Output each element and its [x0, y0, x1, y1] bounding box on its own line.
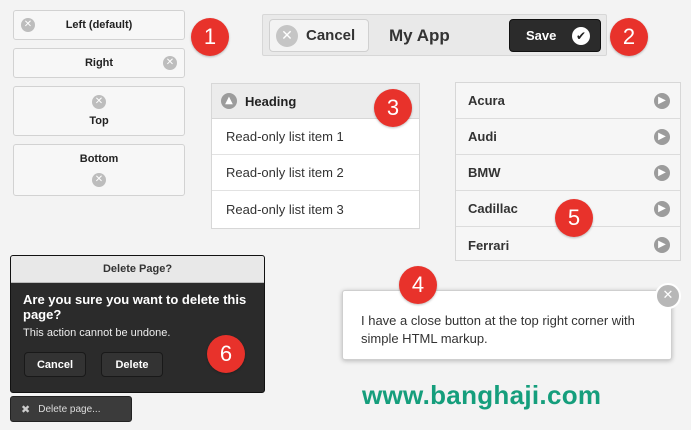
number-badge: 2 — [610, 18, 648, 56]
watermark: www.banghaji.com — [362, 380, 602, 410]
popup-message: I have a close button at the top right c… — [361, 313, 635, 346]
chevron-right-icon: ▶ — [654, 165, 670, 181]
collapsible-heading-label: Heading — [245, 93, 297, 109]
car-name: Ferrari — [468, 237, 510, 253]
car-name: Acura — [468, 93, 505, 108]
chevron-right-icon: ▶ — [654, 129, 670, 145]
list-item: Read-only list item 3 — [226, 201, 344, 217]
car-list-item[interactable]: Acura ▶ — [456, 83, 680, 119]
right-icon-button-label: Right — [84, 57, 114, 69]
chevron-up-icon: ▲ — [221, 93, 237, 109]
car-name: Cadillac — [468, 201, 518, 216]
popup: I have a close button at the top right c… — [342, 283, 681, 360]
top-icon-button[interactable]: ✕ Top — [13, 86, 185, 136]
number-badge: 1 — [191, 18, 229, 56]
car-name: BMW — [468, 165, 501, 180]
number-badge: 3 — [374, 89, 412, 127]
app-header: ✕ Cancel My App Save ✔ — [262, 14, 607, 56]
car-list-item[interactable]: Audi ▶ — [456, 119, 680, 155]
popup-close-icon[interactable]: ✕ — [655, 283, 681, 309]
header-save-button[interactable]: Save ✔ — [509, 19, 601, 52]
dialog-cancel-button[interactable]: Cancel — [24, 352, 86, 377]
left-icon-button-label: Left (default) — [65, 19, 133, 31]
close-icon: ✕ — [92, 95, 106, 109]
top-icon-button-label: Top — [89, 115, 109, 127]
close-icon: ✕ — [276, 24, 298, 47]
dialog-subtext: This action cannot be undone. — [23, 327, 171, 339]
close-icon: ✕ — [163, 56, 177, 70]
header-save-label: Save — [526, 28, 557, 43]
chevron-right-icon: ▶ — [654, 237, 670, 253]
header-cancel-button[interactable]: ✕ Cancel — [269, 19, 369, 52]
delete-page-label: Delete page... — [38, 403, 101, 415]
number-badge: 6 — [207, 335, 245, 373]
number-badge: 5 — [555, 199, 593, 237]
delete-page-button[interactable]: ✖ Delete page... — [10, 396, 132, 422]
checkmark-icon: ✔ — [572, 27, 590, 45]
chevron-right-icon: ▶ — [654, 201, 670, 217]
dialog-delete-button[interactable]: Delete — [101, 352, 163, 377]
bottom-icon-button[interactable]: Bottom ✕ — [13, 144, 185, 196]
right-icon-button[interactable]: Right ✕ — [13, 48, 185, 78]
close-icon: ✕ — [92, 173, 106, 187]
list-item: Read-only list item 2 — [212, 155, 419, 191]
bottom-icon-button-label: Bottom — [79, 153, 119, 165]
dialog-title: Delete Page? — [11, 256, 264, 283]
close-icon: ✕ — [21, 18, 35, 32]
number-badge: 4 — [399, 266, 437, 304]
header-cancel-label: Cancel — [306, 27, 356, 44]
left-icon-button[interactable]: ✕ Left (default) — [13, 10, 185, 40]
car-list-item[interactable]: BMW ▶ — [456, 155, 680, 191]
chevron-right-icon: ▶ — [654, 93, 670, 109]
close-icon: ✖ — [21, 402, 31, 416]
page-title: My App — [389, 26, 450, 45]
car-name: Audi — [468, 129, 497, 144]
dialog-question: Are you sure you want to delete this pag… — [23, 292, 247, 322]
